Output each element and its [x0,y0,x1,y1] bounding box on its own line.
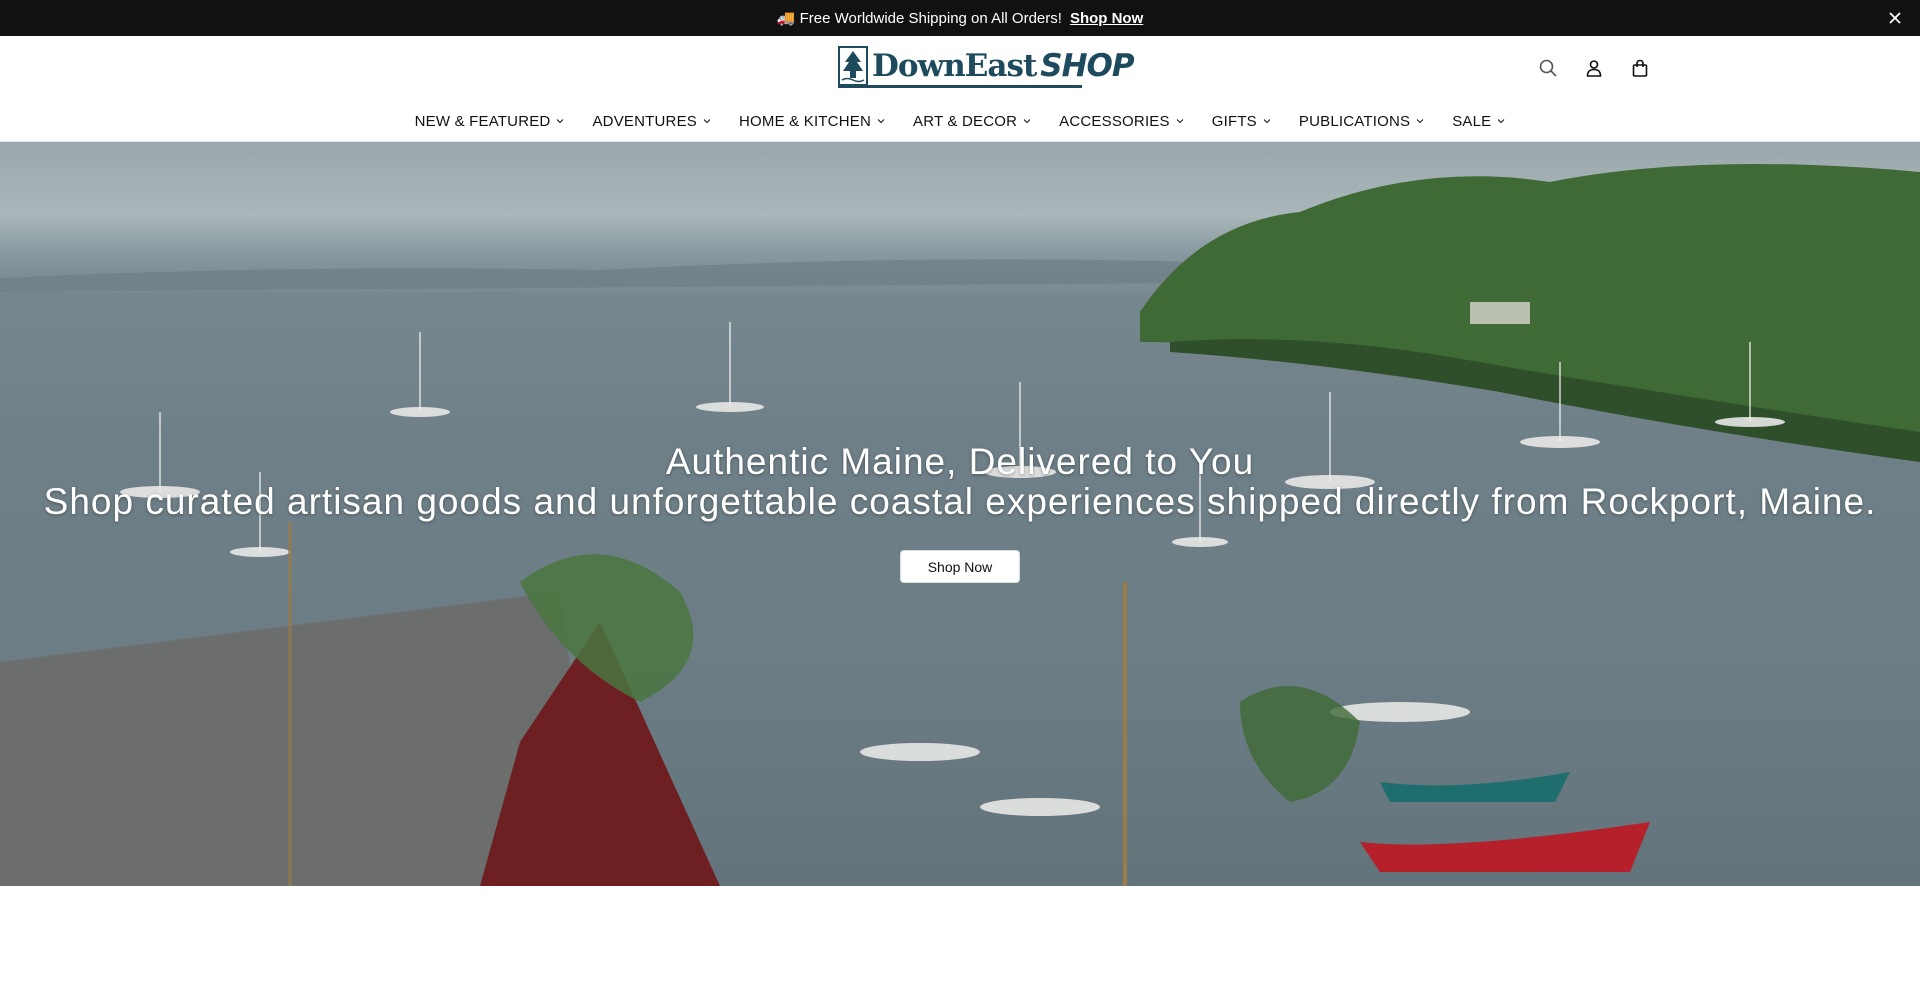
hero-banner: Authentic Maine, Delivered to You Shop c… [0,142,1920,886]
nav-item-publications[interactable]: PUBLICATIONS [1285,110,1438,132]
announcement-message: 🚚 Free Worldwide Shipping on All Orders! [776,10,1062,27]
nav-item-art-decor[interactable]: ART & DECOR [899,110,1045,132]
chevron-down-icon [703,119,711,124]
logo-text-downeast: DownEast [872,48,1037,84]
site-logo[interactable]: DownEast SHOP [838,46,1135,88]
nav-item-new-featured[interactable]: NEW & FEATURED [401,110,579,132]
hero-text: Authentic Maine, Delivered to You Shop c… [0,442,1920,522]
nav-label: ART & DECOR [912,112,1018,130]
close-icon[interactable] [1886,9,1904,27]
chevron-down-icon [1176,119,1184,124]
hero-title: Authentic Maine, Delivered to You [665,441,1255,482]
main-nav: NEW & FEATURED ADVENTURES HOME & KITCHEN… [0,110,1920,132]
site-header: DownEast SHOP NEW & FEATURED ADVENTURES H… [0,36,1920,142]
announcement-bar: 🚚 Free Worldwide Shipping on All Orders!… [0,0,1920,36]
cart-icon[interactable] [1628,56,1652,80]
logo-wordmark: DownEast SHOP [872,48,1135,84]
announcement-shop-link[interactable]: Shop Now [1070,10,1143,27]
chevron-down-icon [1498,119,1505,124]
header-icons [1536,56,1652,80]
nav-label: HOME & KITCHEN [739,112,871,130]
nav-label: ADVENTURES [592,112,697,130]
chevron-down-icon [1263,119,1271,124]
below-hero-section [0,886,1920,993]
account-icon[interactable] [1582,56,1606,80]
nav-label: PUBLICATIONS [1298,112,1411,130]
nav-label: ACCESSORIES [1059,112,1170,130]
nav-item-gifts[interactable]: GIFTS [1198,110,1285,132]
hero-shop-now-button[interactable]: Shop Now [900,550,1020,583]
chevron-down-icon [557,119,564,124]
nav-item-accessories[interactable]: ACCESSORIES [1045,110,1198,132]
hero-subtitle: Shop curated artisan goods and unforgett… [43,481,1877,522]
search-icon[interactable] [1536,56,1560,80]
chevron-down-icon [877,119,885,124]
nav-label: SALE [1452,112,1492,130]
logo-text-shop: SHOP [1040,48,1134,84]
nav-label: GIFTS [1211,112,1257,130]
chevron-down-icon [1416,119,1424,124]
nav-item-sale[interactable]: SALE [1438,110,1519,132]
logo-underline [838,85,1082,88]
nav-item-home-kitchen[interactable]: HOME & KITCHEN [725,110,899,132]
logo-tree-icon [838,46,868,86]
chevron-down-icon [1023,119,1031,124]
nav-label: NEW & FEATURED [414,112,551,130]
nav-item-adventures[interactable]: ADVENTURES [578,110,725,132]
